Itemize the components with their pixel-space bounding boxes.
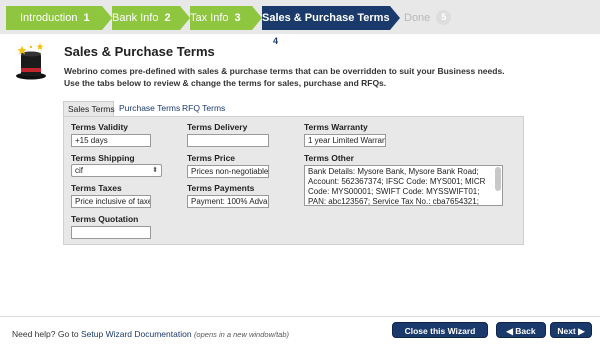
back-button[interactable]: ◀ Back [496, 322, 546, 338]
terms-payments-input[interactable]: Payment: 100% Advan [187, 195, 269, 208]
terms-shipping-label: Terms Shipping [71, 153, 135, 163]
step-number: 5 [436, 9, 452, 25]
step-done[interactable]: Done 5 [404, 6, 474, 30]
tab-purchase-terms[interactable]: Purchase Terms [115, 101, 184, 117]
terms-taxes-input[interactable]: Price inclusive of taxe [71, 195, 151, 208]
terms-payments-label: Terms Payments [187, 183, 255, 193]
chevron-divider [102, 6, 112, 30]
step-sales-purchase-terms[interactable]: Sales & Purchase Terms 4 [262, 6, 390, 49]
step-bank-info[interactable]: Bank Info 2 [112, 6, 180, 30]
textarea-text: Bank Details: Mysore Bank, Mysore Bank R… [308, 167, 486, 206]
help-note: (opens in a new window/tab) [193, 330, 289, 339]
tab-sales-terms[interactable]: Sales Terms [63, 101, 115, 117]
step-number: 1 [83, 12, 90, 24]
sales-terms-panel: Terms Validity +15 days Terms Delivery T… [63, 116, 524, 245]
step-number: 4 [268, 33, 283, 49]
terms-other-textarea[interactable]: Bank Details: Mysore Bank, Mysore Bank R… [304, 165, 503, 206]
back-label: Back [515, 326, 536, 336]
wizard-footer: Need help? Go to Setup Wizard Documentat… [0, 316, 600, 348]
terms-price-label: Terms Price [187, 153, 236, 163]
page-title: Sales & Purchase Terms [64, 44, 215, 59]
step-tax-info[interactable]: Tax Info 3 [190, 6, 252, 30]
documentation-link[interactable]: Setup Wizard Documentation [81, 329, 192, 339]
terms-validity-label: Terms Validity [71, 122, 129, 132]
page-description: Webrino comes pre-defined with sales & p… [64, 65, 584, 89]
back-arrow-icon: ◀ [506, 326, 516, 336]
terms-quotation-label: Terms Quotation [71, 214, 139, 224]
terms-shipping-select[interactable]: cif ⬍ [71, 164, 162, 177]
terms-other-label: Terms Other [304, 153, 354, 163]
description-line: Webrino comes pre-defined with sales & p… [64, 66, 505, 76]
chevron-divider [390, 6, 400, 30]
step-number: 3 [234, 12, 241, 24]
description-line: Use the tabs below to review & change th… [64, 78, 387, 88]
terms-warranty-label: Terms Warranty [304, 122, 368, 132]
step-label: Done [404, 12, 431, 24]
terms-price-input[interactable]: Prices non-negotiable [187, 165, 269, 178]
scrollbar[interactable] [495, 167, 501, 191]
wizard-steps-bar: Introduction 1 Bank Info 2 Tax Info 3 Sales… [0, 0, 600, 49]
close-wizard-button[interactable]: Close this Wizard [392, 322, 488, 338]
next-arrow-icon: ▶ [575, 326, 585, 336]
step-introduction[interactable]: Introduction 1 [6, 6, 102, 30]
step-label: Tax Info [190, 12, 229, 24]
tab-rfq-terms[interactable]: RFQ Terms [178, 101, 229, 117]
chevron-divider [252, 6, 262, 30]
help-text: Need help? Go to Setup Wizard Documentat… [12, 329, 289, 339]
terms-delivery-label: Terms Delivery [187, 122, 248, 132]
next-button[interactable]: Next ▶ [550, 322, 592, 338]
select-arrows-icon: ⬍ [152, 167, 158, 174]
terms-warranty-input[interactable]: 1 year Limited Warran [304, 134, 386, 147]
step-label: Sales & Purchase Terms [262, 12, 390, 24]
terms-validity-input[interactable]: +15 days [71, 134, 151, 147]
selected-value: cif [75, 166, 83, 175]
step-label: Introduction [20, 12, 78, 24]
help-prefix: Need help? Go to [12, 329, 81, 339]
chevron-divider [180, 6, 190, 30]
magic-hat-icon [16, 43, 46, 80]
next-label: Next [557, 326, 576, 336]
step-number: 2 [164, 12, 171, 24]
terms-quotation-input[interactable] [71, 226, 151, 239]
terms-delivery-input[interactable] [187, 134, 269, 147]
terms-taxes-label: Terms Taxes [71, 183, 122, 193]
step-label: Bank Info [112, 12, 159, 24]
